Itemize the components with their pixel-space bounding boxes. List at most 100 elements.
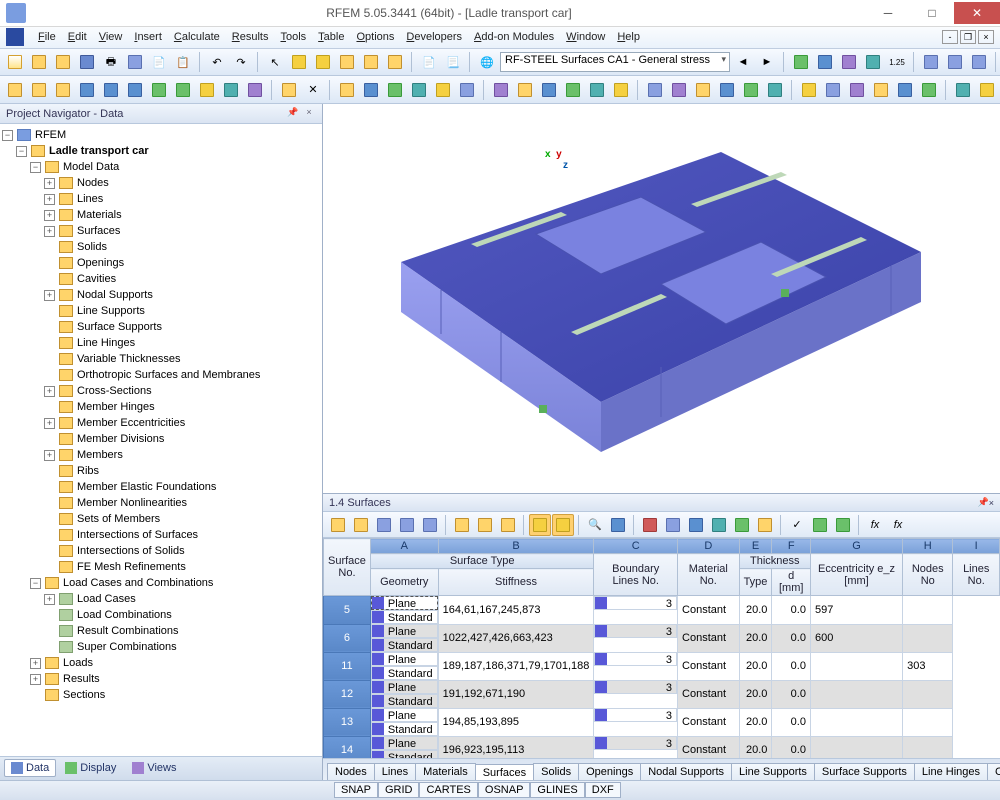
navigator-tree[interactable]: −RFEM−Ladle transport car−Model Data+Nod… [0,124,322,756]
tree-member-elastic-foundations[interactable]: Member Elastic Foundations [2,479,320,495]
view-tool-20-button[interactable] [846,79,868,101]
menu-help[interactable]: Help [611,28,646,46]
menu-developers[interactable]: Developers [400,28,468,46]
window-maximize-button[interactable]: □ [910,2,954,24]
menu-options[interactable]: Options [350,28,400,46]
table-row[interactable]: 6PlaneStandard1022,427,426,663,4233Const… [324,624,1000,652]
menu-add-on-modules[interactable]: Add-on Modules [468,28,560,46]
tree-variable-thicknesses[interactable]: Variable Thicknesses [2,351,320,367]
data-tab-line-hinges[interactable]: Line Hinges [914,763,988,780]
mdi-restore-button[interactable]: ❐ [960,30,976,44]
addon-r3-button[interactable] [968,51,990,73]
col-G[interactable]: G [810,539,902,554]
data-tab-solids[interactable]: Solids [533,763,579,780]
undo-button[interactable]: ↶ [206,51,228,73]
excel-export-button[interactable] [809,514,831,536]
view-tool-1-button[interactable] [360,79,382,101]
new-button[interactable] [4,51,26,73]
tree-members[interactable]: +Members [2,447,320,463]
tree-line-supports[interactable]: Line Supports [2,303,320,319]
data-tab-line-supports[interactable]: Line Supports [731,763,815,780]
tree-cross-sections[interactable]: +Cross-Sections [2,383,320,399]
tree-member-nonlinearities[interactable]: Member Nonlinearities [2,495,320,511]
mdi-close-button[interactable]: × [978,30,994,44]
data-tab-openings[interactable]: Openings [578,763,641,780]
tb-btn-7[interactable] [474,514,496,536]
view-tool-11-button[interactable] [610,79,632,101]
view-tool-22-button[interactable] [894,79,916,101]
tree-solids[interactable]: Solids [2,239,320,255]
view-tool-14-button[interactable] [692,79,714,101]
table-row[interactable]: 5PlaneStandard164,61,167,245,8733Constan… [324,596,1000,625]
menu-edit[interactable]: Edit [62,28,93,46]
view-tool-5-button[interactable] [456,79,478,101]
col-D[interactable]: D [678,539,740,554]
menu-tools[interactable]: Tools [274,28,312,46]
col-B[interactable]: B [438,539,594,554]
tb-btn-13[interactable] [639,514,661,536]
edit-r9-button[interactable] [196,79,218,101]
status-cartes[interactable]: CARTES [419,782,477,798]
excel-import-button[interactable] [832,514,854,536]
navigator-close-button[interactable]: × [302,107,316,121]
edit-row-button[interactable] [327,514,349,536]
status-glines[interactable]: GLINES [530,782,584,798]
print-preview-button[interactable]: 📄 [148,51,170,73]
col-A[interactable]: A [370,539,438,554]
view-tool-25-button[interactable] [976,79,998,101]
notes-button[interactable]: 📄 [418,51,440,73]
tool-button-3[interactable] [384,51,406,73]
window-minimize-button[interactable]: ─ [866,2,910,24]
menu-calculate[interactable]: Calculate [168,28,226,46]
save-button[interactable] [76,51,98,73]
wizard-button[interactable] [312,51,334,73]
edit-r11-button[interactable] [244,79,266,101]
tree-surfaces[interactable]: +Surfaces [2,223,320,239]
tree-cavities[interactable]: Cavities [2,271,320,287]
tree-member-divisions[interactable]: Member Divisions [2,431,320,447]
tb-btn-17[interactable] [731,514,753,536]
view-tool-17-button[interactable] [764,79,786,101]
status-dxf[interactable]: DXF [585,782,621,798]
tree-ladle-transport-car[interactable]: −Ladle transport car [2,143,320,159]
tree-openings[interactable]: Openings [2,255,320,271]
open-button[interactable] [28,51,50,73]
edit-r3-button[interactable] [52,79,74,101]
tree-lines[interactable]: +Lines [2,191,320,207]
tree-fe-mesh-refinements[interactable]: FE Mesh Refinements [2,559,320,575]
tree-sets-of-members[interactable]: Sets of Members [2,511,320,527]
data-tab-nodal-supports[interactable]: Nodal Supports [640,763,732,780]
view-tool-7-button[interactable] [514,79,536,101]
data-tab-cross-sections[interactable]: Cross-Sections [987,763,1000,780]
view-tool-2-button[interactable] [384,79,406,101]
view-tool-19-button[interactable] [822,79,844,101]
view-tool-24-button[interactable] [952,79,974,101]
menu-results[interactable]: Results [226,28,275,46]
tb-btn-11[interactable]: 🔍 [584,514,606,536]
view-tool-12-button[interactable] [644,79,666,101]
col-F[interactable]: F [772,539,811,554]
units-button[interactable]: 1.25 [886,51,908,73]
view-tool-0-button[interactable] [336,79,358,101]
table-row[interactable]: 12PlaneStandard191,192,671,1903Constant2… [324,680,1000,708]
tb-btn-10[interactable] [552,514,574,536]
view-tool-21-button[interactable] [870,79,892,101]
tree-rfem[interactable]: −RFEM [2,127,320,143]
edit-r7-button[interactable] [148,79,170,101]
next-case-button[interactable]: ► [756,51,778,73]
view-tool-3-button[interactable] [408,79,430,101]
tree-load-combinations[interactable]: Load Combinations [2,607,320,623]
tb-btn-8[interactable] [497,514,519,536]
prev-case-button[interactable]: ◄ [732,51,754,73]
view-tool-6-button[interactable] [490,79,512,101]
tb-btn-14[interactable] [662,514,684,536]
window-close-button[interactable]: ✕ [954,2,1000,24]
tb-btn-15[interactable] [685,514,707,536]
table-row[interactable]: 14PlaneStandard196,923,195,1133Constant2… [324,736,1000,758]
col-I[interactable]: I [953,539,1000,554]
calc-r2-button[interactable] [814,51,836,73]
tree-sections[interactable]: Sections [2,687,320,703]
nav-tab-display[interactable]: Display [58,759,123,777]
table-close-button[interactable]: × [989,498,994,508]
text-button[interactable]: 📃 [442,51,464,73]
